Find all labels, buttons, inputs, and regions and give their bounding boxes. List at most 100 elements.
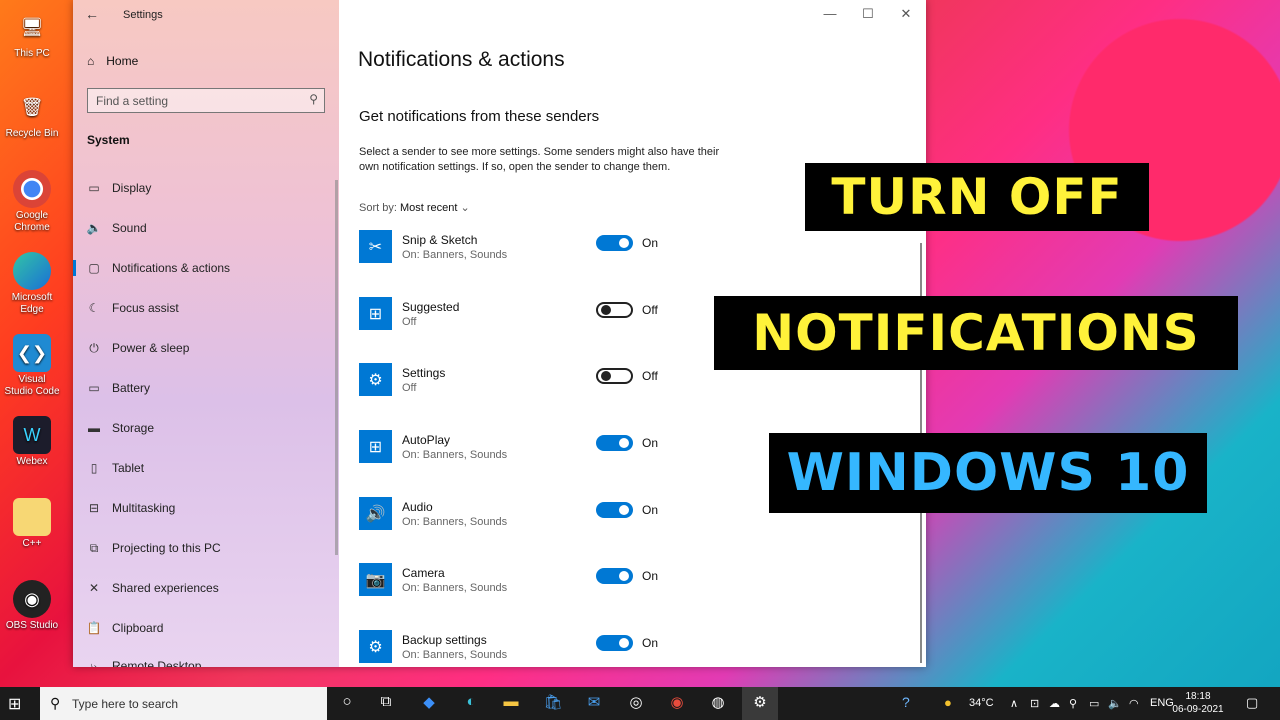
app-icon[interactable]: ◎ xyxy=(624,693,648,715)
toggle-switch[interactable] xyxy=(596,635,633,651)
sidebar-item-power-sleep[interactable]: ⏻ Power & sleep xyxy=(73,334,339,362)
task-view-icon[interactable]: ⧉ xyxy=(374,693,398,715)
weather-icon[interactable]: ● xyxy=(944,695,952,710)
desktop-icon-webex[interactable]: W Webex xyxy=(4,416,60,468)
find-setting-input[interactable]: Find a setting ⚲ xyxy=(87,88,325,113)
edge-icon xyxy=(13,252,51,290)
power-icon: ⏻ xyxy=(89,340,99,355)
search-icon: ⚲ xyxy=(309,92,318,106)
sidebar-item-remote-desktop[interactable]: ⤷ Remote Desktop xyxy=(73,652,339,668)
audio-icon: 🔊 xyxy=(359,497,392,530)
autoplay-icon: ⊞ xyxy=(359,430,392,463)
backup-icon: ⚙ xyxy=(359,630,392,663)
toggle-switch[interactable] xyxy=(596,568,633,584)
back-arrow-icon[interactable]: ← xyxy=(85,6,99,22)
sidebar-item-sound[interactable]: 🔈 Sound xyxy=(73,214,339,242)
cortana-icon[interactable]: ○ xyxy=(335,693,359,715)
edge-icon[interactable]: ◐ xyxy=(459,693,483,715)
taskbar-search-input[interactable]: ⚲ Type here to search xyxy=(40,687,327,720)
file-explorer-icon[interactable]: ▬ xyxy=(499,693,523,715)
store-icon[interactable]: 🛍 xyxy=(541,693,565,715)
chrome-icon xyxy=(13,170,51,208)
sidebar-item-projecting[interactable]: ⧉ Projecting to this PC xyxy=(73,534,339,562)
sidebar-item-tablet[interactable]: ▯ Tablet xyxy=(73,454,339,482)
mail-icon[interactable]: ✉ xyxy=(582,693,606,715)
sidebar-scrollbar[interactable] xyxy=(335,180,338,555)
battery-icon[interactable]: ▭ xyxy=(1089,697,1099,710)
sidebar-item-focus-assist[interactable]: ☾ Focus assist xyxy=(73,294,339,322)
obs-icon: ◉ xyxy=(13,580,51,618)
desktop-icon-chrome[interactable]: Google Chrome xyxy=(4,170,60,234)
sender-row-camera[interactable]: 📷 Camera On: Banners, Sounds On xyxy=(359,563,679,603)
volume-icon[interactable]: 🔈 xyxy=(1108,697,1122,710)
chevron-down-icon: ⌄ xyxy=(460,202,470,214)
onedrive-icon[interactable]: ☁ xyxy=(1049,697,1060,710)
desktop-icon-recycle-bin[interactable]: 🗑 Recycle Bin xyxy=(4,88,60,140)
taskbar: ⊞ ⚲ Type here to search ○ ⧉ ◆ ◐ ▬ 🛍 ✉ ◎ … xyxy=(0,687,1280,720)
sidebar-item-storage[interactable]: ▬ Storage xyxy=(73,414,339,442)
sound-icon: 🔈 xyxy=(86,221,102,235)
desktop-icon-edge[interactable]: Microsoft Edge xyxy=(4,252,60,316)
chrome-icon[interactable]: ◉ xyxy=(665,693,689,715)
language-indicator[interactable]: ENG xyxy=(1150,697,1174,709)
sidebar-item-display[interactable]: ▭ Display xyxy=(73,174,339,202)
mic-icon[interactable]: ⚲ xyxy=(1069,697,1077,710)
wifi-icon[interactable]: ◠ xyxy=(1129,697,1139,710)
desktop-icon-this-pc[interactable]: 🖥 This PC xyxy=(4,8,60,60)
sender-row-autoplay[interactable]: ⊞ AutoPlay On: Banners, Sounds On xyxy=(359,430,679,470)
temperature-text[interactable]: 34°C xyxy=(969,697,994,709)
sender-row-audio[interactable]: 🔊 Audio On: Banners, Sounds On xyxy=(359,497,679,537)
sidebar-item-shared-experiences[interactable]: ✕ Shared experiences xyxy=(73,574,339,602)
toggle-switch[interactable] xyxy=(596,502,633,518)
sender-row-snip-sketch[interactable]: ✂ Snip & Sketch On: Banners, Sounds On xyxy=(359,230,679,270)
multitasking-icon: ⊟ xyxy=(88,501,100,515)
toggle-switch[interactable] xyxy=(596,235,633,251)
shared-experiences-icon: ✕ xyxy=(88,581,100,595)
settings-taskbar-icon[interactable]: ⚙ xyxy=(742,687,778,720)
settings-sidebar: ← Settings ⌂ Home Find a setting ⚲ Syste… xyxy=(73,0,339,667)
sender-row-settings[interactable]: ⚙ Settings Off Off xyxy=(359,363,679,403)
notification-center-icon[interactable]: ▢ xyxy=(1246,695,1258,711)
battery-icon: ▭ xyxy=(88,381,100,395)
dropbox-icon[interactable]: ◆ xyxy=(417,693,441,715)
settings-gear-icon: ⚙ xyxy=(359,363,392,396)
focus-assist-icon: ☾ xyxy=(88,301,100,315)
maximize-icon[interactable]: ☐ xyxy=(858,6,878,22)
obs-icon[interactable]: ◍ xyxy=(706,693,730,715)
webex-icon: W xyxy=(13,416,51,454)
tablet-icon: ▯ xyxy=(90,461,98,475)
clock[interactable]: 18:18 06-09-2021 xyxy=(1172,690,1224,716)
sidebar-item-notifications[interactable]: ▢ Notifications & actions xyxy=(73,254,339,282)
chevron-up-icon[interactable]: ∧ xyxy=(1010,697,1018,710)
projecting-icon: ⧉ xyxy=(89,540,99,555)
folder-icon xyxy=(13,498,51,536)
toggle-switch[interactable] xyxy=(596,368,633,384)
sender-row-backup-settings[interactable]: ⚙ Backup settings On: Banners, Sounds On xyxy=(359,630,679,667)
sender-row-suggested[interactable]: ⊞ Suggested Off Off xyxy=(359,297,679,337)
page-title: Notifications & actions xyxy=(358,48,565,71)
toggle-switch[interactable] xyxy=(596,302,633,318)
storage-icon: ▬ xyxy=(88,421,100,435)
home-icon: ⌂ xyxy=(87,54,95,68)
sort-dropdown[interactable]: Sort by: Most recent ⌄ xyxy=(359,201,470,214)
pc-icon: 🖥 xyxy=(20,17,44,37)
snip-sketch-icon: ✂ xyxy=(359,230,392,263)
sidebar-item-multitasking[interactable]: ⊟ Multitasking xyxy=(73,494,339,522)
toggle-switch[interactable] xyxy=(596,435,633,451)
help-icon[interactable]: ? xyxy=(902,694,910,710)
desktop-icon-cpp-folder[interactable]: C++ xyxy=(4,498,60,550)
network-icon[interactable]: ⊡ xyxy=(1030,697,1039,710)
minimize-icon[interactable]: — xyxy=(820,6,840,21)
search-icon: ⚲ xyxy=(50,695,61,711)
home-link[interactable]: ⌂ Home xyxy=(87,54,138,68)
recycle-bin-icon: 🗑 xyxy=(20,97,44,117)
windows-start-icon[interactable]: ⊞ xyxy=(8,694,21,714)
suggested-icon: ⊞ xyxy=(359,297,392,330)
desktop-icon-obs[interactable]: ◉ OBS Studio xyxy=(4,580,60,632)
close-icon[interactable]: ✕ xyxy=(896,6,916,22)
sidebar-item-battery[interactable]: ▭ Battery xyxy=(73,374,339,402)
sidebar-item-clipboard[interactable]: 📋 Clipboard xyxy=(73,614,339,642)
overlay-text-notifications: NOTIFICATIONS xyxy=(714,296,1238,370)
desktop-icon-vscode[interactable]: ❮❯ Visual Studio Code xyxy=(4,334,60,398)
section-description: Select a sender to see more settings. So… xyxy=(359,146,720,173)
